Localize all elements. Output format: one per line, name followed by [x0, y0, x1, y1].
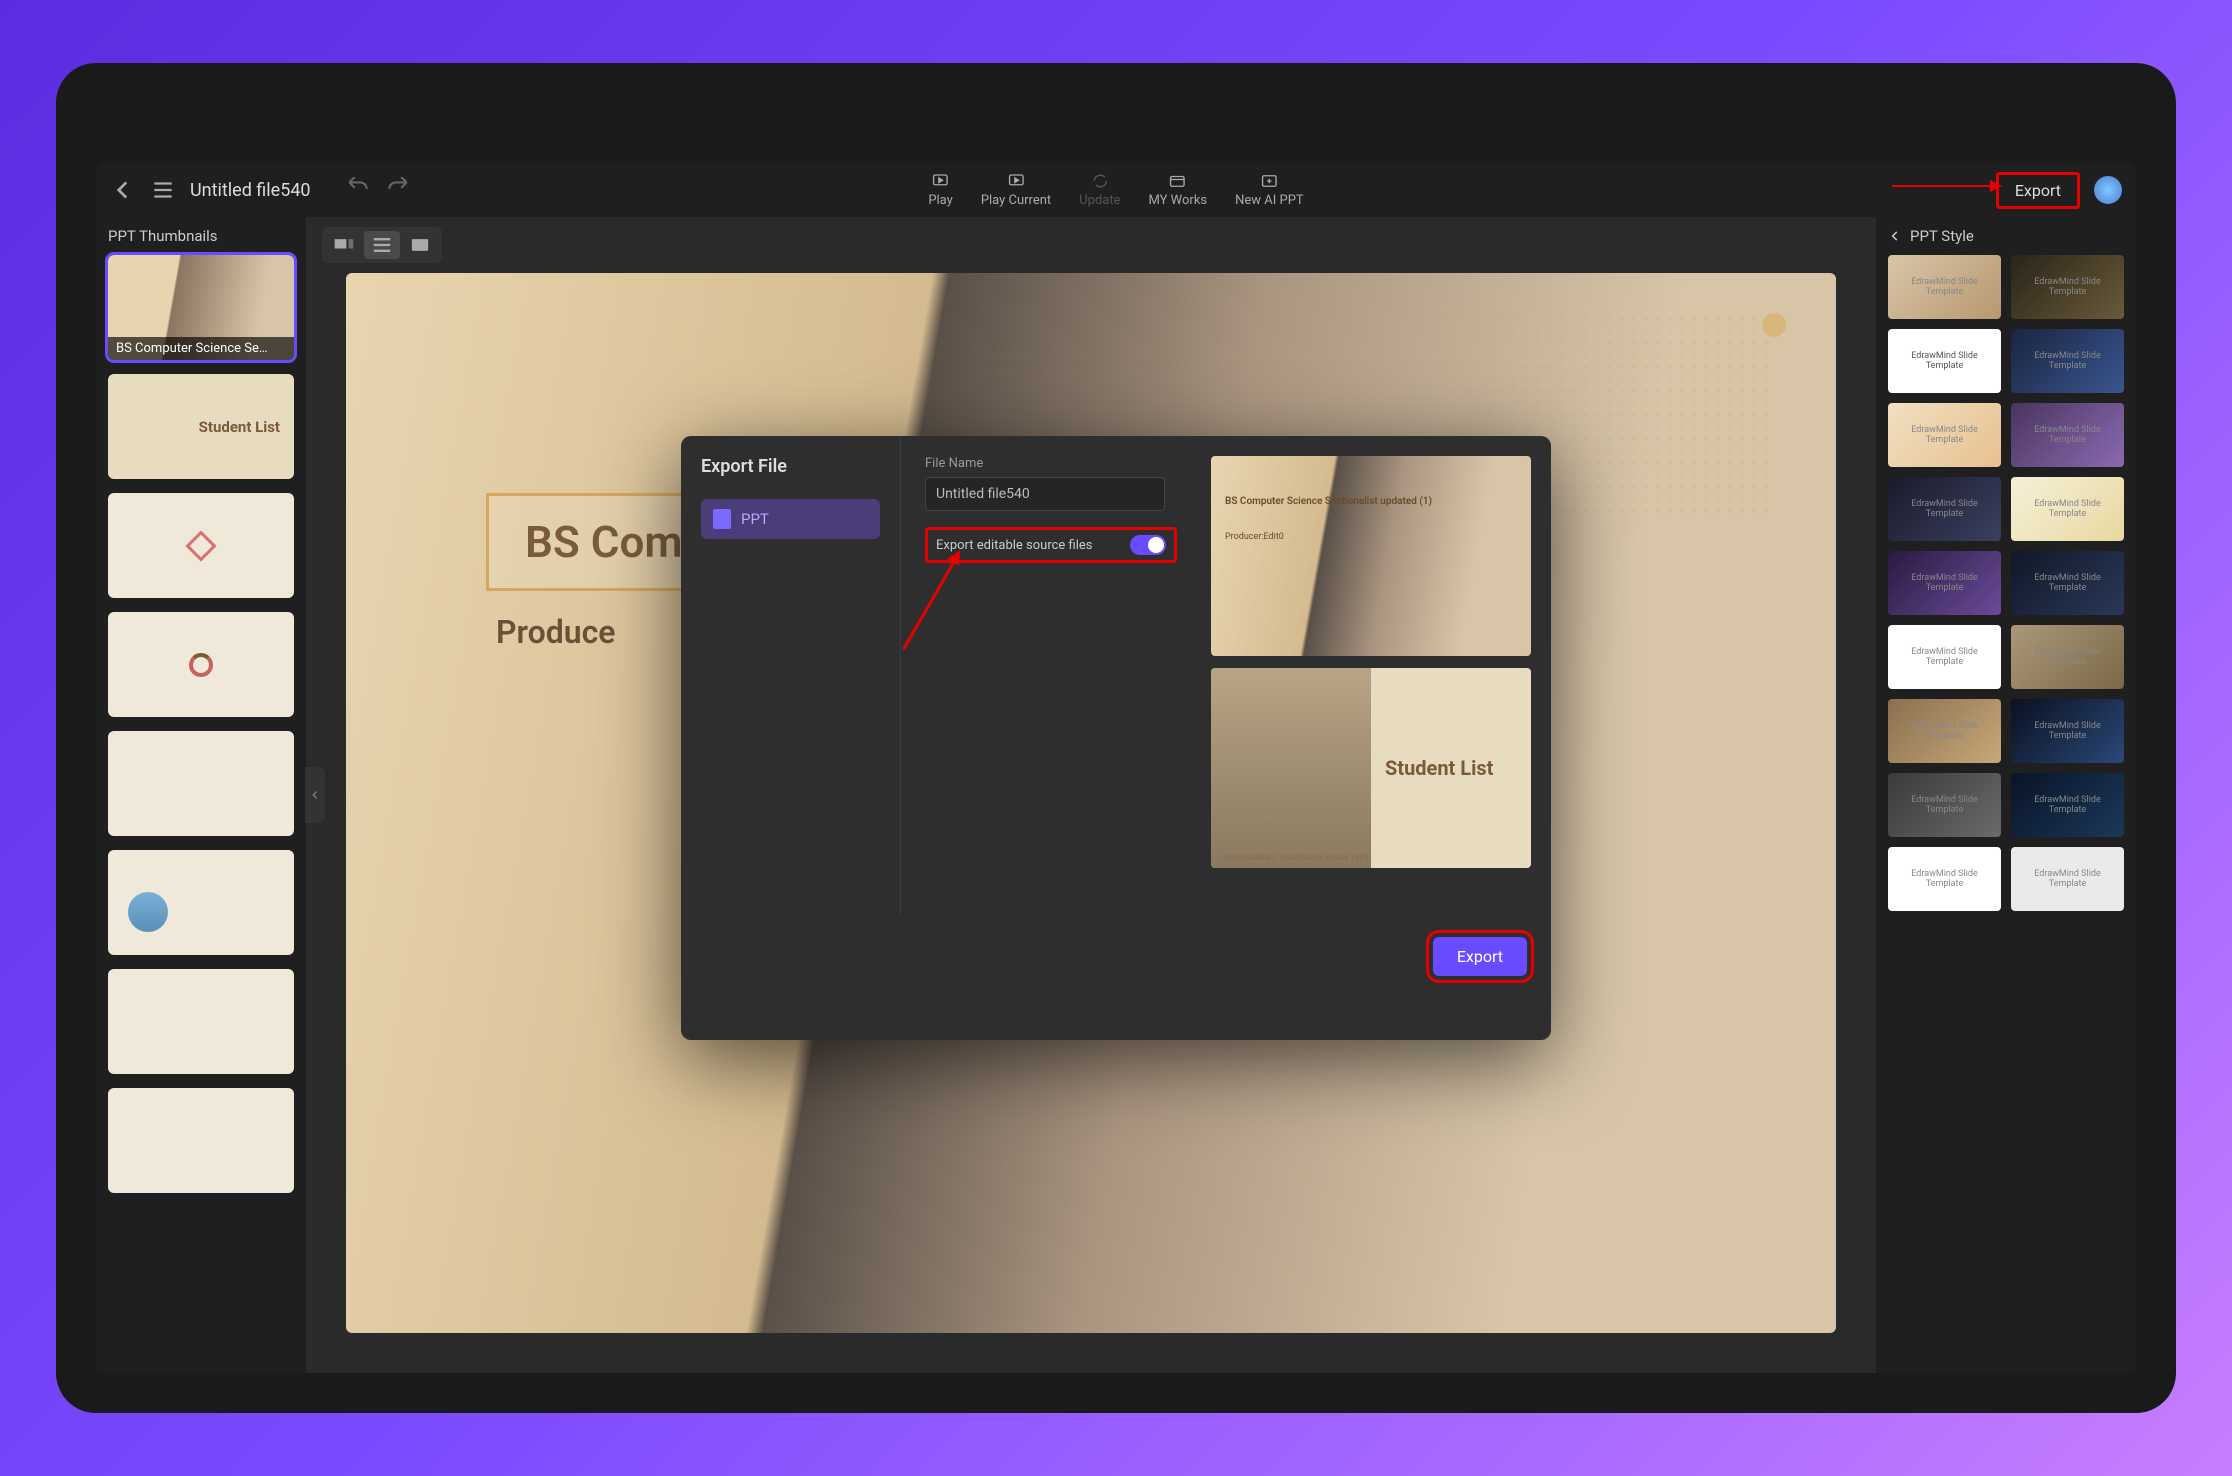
filename-input[interactable]: [925, 477, 1165, 511]
export-preview-slide: Student List MUHAMMAD HASSNAIN KHAN (SP): [1211, 668, 1531, 868]
export-preview-slide: BS Computer Science Sectionalist updated…: [1211, 456, 1531, 656]
format-option-ppt[interactable]: PPT: [701, 499, 880, 539]
filename-label: File Name: [925, 456, 1187, 471]
export-dialog: ✕ Export File PPT File Name Export edita…: [681, 436, 1551, 1040]
export-confirm-button[interactable]: Export: [1433, 937, 1527, 976]
ppt-file-icon: [713, 509, 731, 529]
dialog-title: Export File: [701, 456, 880, 477]
toggle-switch[interactable]: [1130, 535, 1166, 555]
modal-overlay: ✕ Export File PPT File Name Export edita…: [96, 163, 2136, 1373]
annotation-arrow-toggle: [902, 553, 960, 650]
